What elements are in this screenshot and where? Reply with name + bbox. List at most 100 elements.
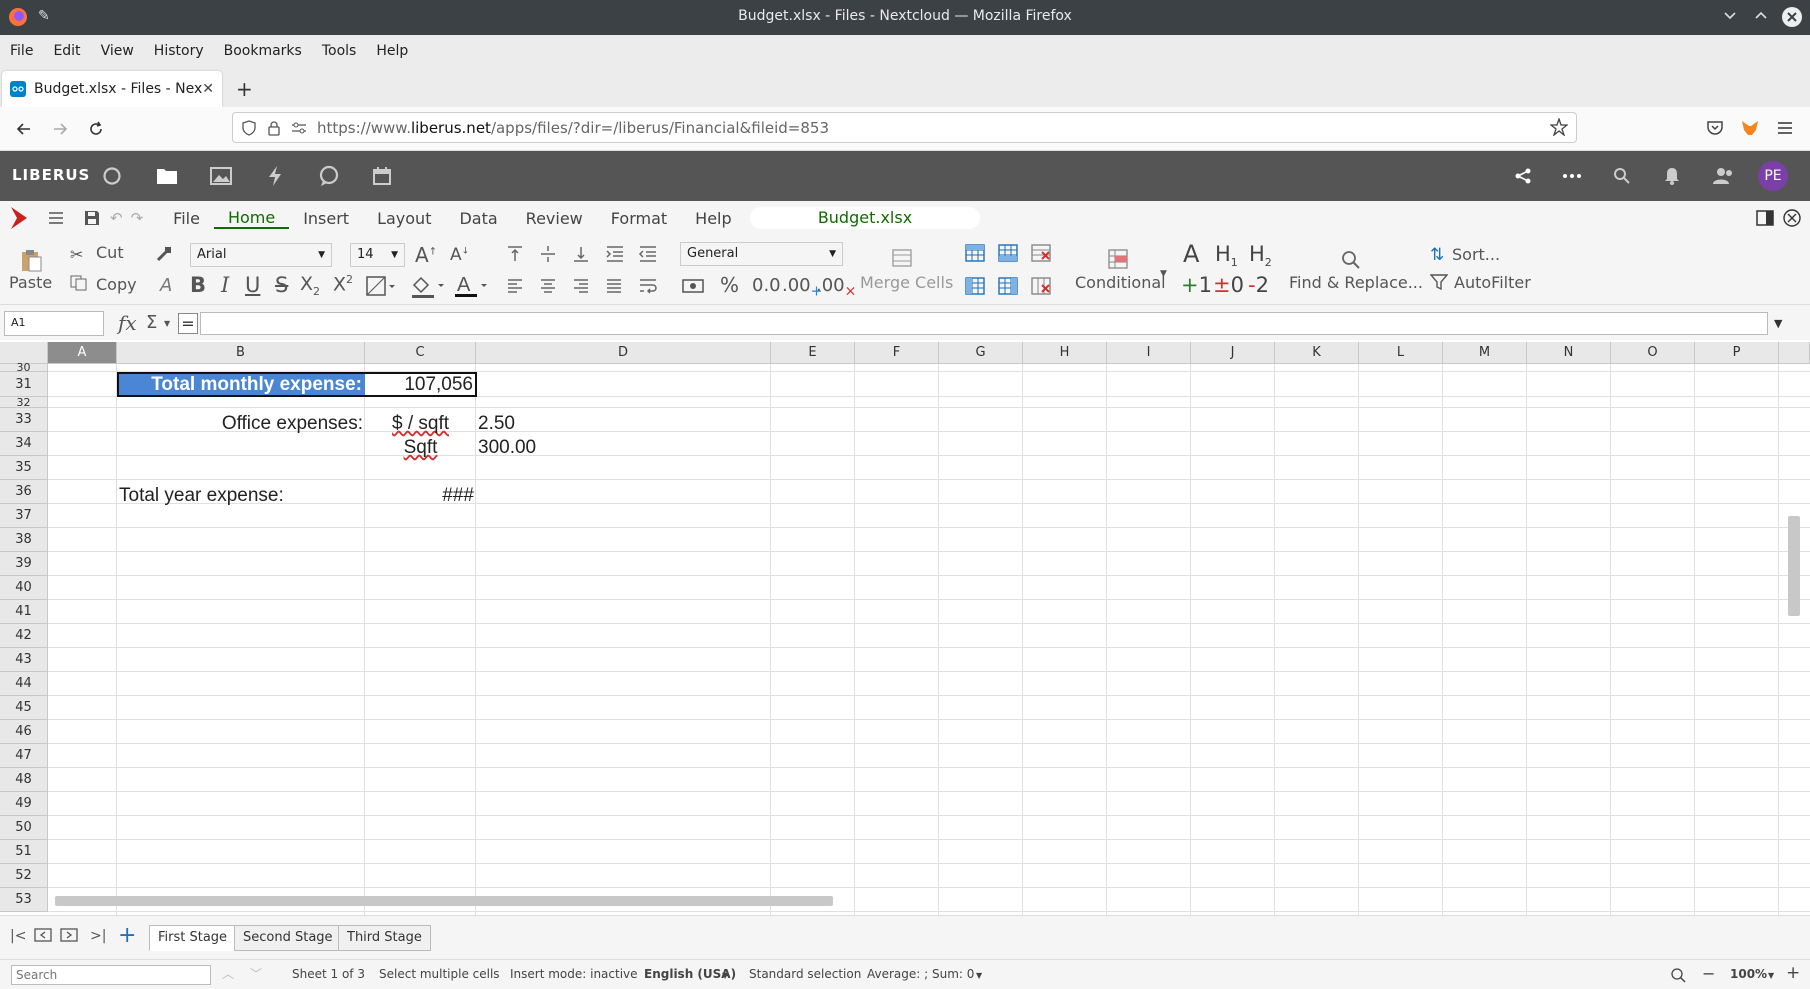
- column-header-f[interactable]: F: [855, 342, 939, 364]
- sort-button[interactable]: Sort...: [1452, 245, 1500, 264]
- talk-icon[interactable]: [318, 165, 340, 187]
- conditional-dropdown-icon[interactable]: ▼: [1160, 269, 1167, 279]
- column-header-b[interactable]: B: [117, 342, 365, 364]
- minimize-icon[interactable]: [1722, 7, 1738, 23]
- contacts-icon[interactable]: [1712, 166, 1734, 186]
- cell-c33[interactable]: $ / sqft: [365, 413, 476, 435]
- column-header-i[interactable]: I: [1107, 342, 1191, 364]
- collabora-logo-icon[interactable]: [4, 201, 34, 235]
- office-menu-review[interactable]: Review: [512, 209, 597, 228]
- insert-rows-above-icon[interactable]: [965, 244, 985, 262]
- expand-formula-icon[interactable]: ▼: [1774, 317, 1782, 330]
- menu-history[interactable]: History: [144, 43, 214, 59]
- office-menu-layout[interactable]: Layout: [363, 209, 445, 228]
- italic-icon[interactable]: I: [221, 273, 229, 297]
- redo-icon[interactable]: ↷: [131, 209, 144, 227]
- sum-dropdown-icon[interactable]: ▼: [164, 319, 170, 328]
- merge-cells-button[interactable]: Merge Cells: [860, 273, 953, 292]
- cell-c31[interactable]: 107,056: [367, 374, 473, 396]
- number-format-icon[interactable]: 0.0: [752, 275, 781, 296]
- cut-icon[interactable]: ✂: [70, 245, 83, 264]
- paste-icon[interactable]: [20, 249, 42, 273]
- notifications-icon[interactable]: [1663, 166, 1681, 186]
- row-header[interactable]: 41: [0, 600, 48, 624]
- insert-columns-before-icon[interactable]: [965, 277, 985, 295]
- zoom-level[interactable]: 100%: [1730, 967, 1767, 981]
- row-header[interactable]: 30: [0, 362, 48, 373]
- row-header[interactable]: 33: [0, 408, 48, 432]
- hamburger-menu-icon[interactable]: [1776, 119, 1794, 137]
- formula-input[interactable]: [200, 312, 1768, 335]
- row-header[interactable]: 44: [0, 672, 48, 696]
- column-header-o[interactable]: O: [1611, 342, 1695, 364]
- maximize-icon[interactable]: [1753, 7, 1769, 23]
- language-dropdown-icon[interactable]: ▼: [722, 971, 728, 980]
- autofilter-icon[interactable]: [1430, 273, 1448, 291]
- close-tab-icon[interactable]: ✕: [202, 81, 214, 97]
- align-right-icon[interactable]: [572, 277, 590, 295]
- align-bottom-icon[interactable]: [572, 245, 590, 263]
- row-header[interactable]: 50: [0, 816, 48, 840]
- status-insert-mode[interactable]: Insert mode: inactive: [510, 967, 638, 981]
- row-header[interactable]: 31: [0, 372, 48, 397]
- clone-formatting-icon[interactable]: [155, 245, 173, 263]
- reload-icon[interactable]: [86, 119, 106, 139]
- office-menu-help[interactable]: Help: [681, 209, 745, 228]
- font-color-icon[interactable]: A: [455, 273, 489, 299]
- menu-bookmarks[interactable]: Bookmarks: [214, 43, 312, 59]
- search-input[interactable]: [11, 965, 211, 985]
- clear-formatting-icon[interactable]: A: [160, 275, 172, 296]
- column-header-j[interactable]: J: [1191, 342, 1275, 364]
- insert-columns-after-icon[interactable]: [998, 277, 1018, 295]
- heading1-icon[interactable]: H1: [1215, 242, 1238, 269]
- cell-d33[interactable]: 2.50: [478, 413, 515, 435]
- underline-icon[interactable]: U: [245, 273, 260, 297]
- function-wizard-icon[interactable]: fx: [118, 311, 137, 335]
- font-size-select[interactable]: 14 ▼: [350, 243, 405, 267]
- metamask-icon[interactable]: [1740, 118, 1760, 138]
- autofilter-button[interactable]: AutoFilter: [1454, 273, 1531, 292]
- column-header-e[interactable]: E: [771, 342, 855, 364]
- browser-tab[interactable]: Budget.xlsx - Files - Nextcl ✕: [2, 71, 222, 107]
- column-header-n[interactable]: N: [1527, 342, 1611, 364]
- align-middle-icon[interactable]: [539, 245, 557, 263]
- files-icon[interactable]: [156, 166, 178, 186]
- column-header-d[interactable]: D: [476, 342, 771, 364]
- delete-decimal-icon[interactable]: .00×: [816, 275, 856, 300]
- zoom-out-icon[interactable]: −: [1702, 964, 1715, 983]
- sort-icon[interactable]: ⇅: [1430, 245, 1444, 265]
- previous-sheet-icon[interactable]: [34, 927, 52, 943]
- close-window-icon[interactable]: [1781, 6, 1803, 28]
- cell-b36[interactable]: Total year expense:: [119, 485, 284, 507]
- menu-help[interactable]: Help: [366, 43, 418, 59]
- row-header[interactable]: 34: [0, 432, 48, 456]
- heading2-icon[interactable]: H2: [1249, 242, 1272, 269]
- bold-icon[interactable]: B: [190, 273, 206, 297]
- strikethrough-icon[interactable]: S: [275, 273, 288, 297]
- liberus-logo[interactable]: LIBERUS: [12, 166, 90, 184]
- grow-font-icon[interactable]: A↑: [415, 243, 437, 267]
- bookmark-star-icon[interactable]: [1550, 118, 1568, 136]
- status-selection-mode[interactable]: Select multiple cells: [379, 967, 500, 981]
- back-icon[interactable]: [14, 119, 34, 139]
- last-sheet-icon[interactable]: >|: [90, 928, 106, 944]
- office-menu-home[interactable]: Home: [213, 208, 290, 229]
- row-header[interactable]: 37: [0, 504, 48, 528]
- shield-icon[interactable]: [241, 119, 257, 136]
- zoom-reset-icon[interactable]: [1670, 967, 1686, 983]
- office-menu-data[interactable]: Data: [445, 209, 511, 228]
- wrap-text-icon[interactable]: [638, 277, 658, 295]
- borders-icon[interactable]: [366, 276, 396, 296]
- row-header[interactable]: 43: [0, 648, 48, 672]
- column-header-k[interactable]: K: [1275, 342, 1359, 364]
- conditional-format-icon[interactable]: [1108, 247, 1132, 271]
- zoom-dropdown-icon[interactable]: ▼: [1768, 971, 1774, 980]
- photos-icon[interactable]: [210, 166, 232, 186]
- forward-icon[interactable]: [50, 119, 70, 139]
- cell-b31[interactable]: Total monthly expense:: [117, 374, 362, 396]
- insert-rows-below-icon[interactable]: [998, 244, 1018, 262]
- row-header[interactable]: 45: [0, 696, 48, 720]
- office-menu-format[interactable]: Format: [597, 209, 681, 228]
- column-header-c[interactable]: C: [365, 342, 476, 364]
- next-sheet-icon[interactable]: [60, 927, 78, 943]
